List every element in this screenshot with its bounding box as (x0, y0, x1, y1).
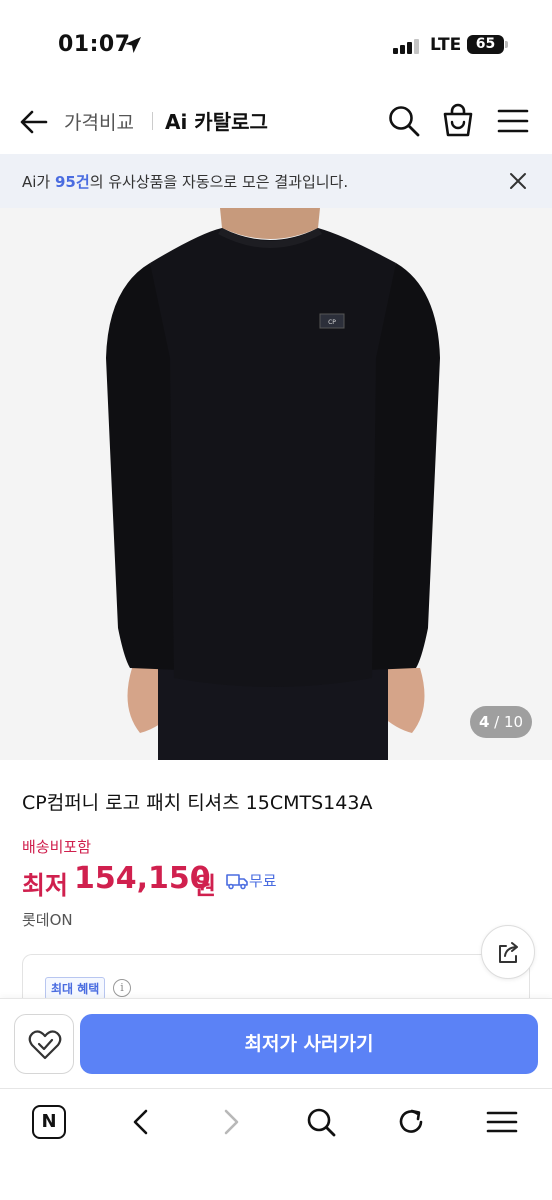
banner-count: 95건 (55, 173, 90, 191)
max-benefit-badge: 최대 혜택 (45, 977, 106, 1000)
banner-suffix: 의 유사상품을 자동으로 모은 결과입니다. (89, 173, 349, 191)
browser-back-icon[interactable] (124, 1105, 158, 1139)
bottom-action-bar: 최저가 사러가기 (0, 998, 552, 1088)
share-icon (499, 942, 518, 963)
shopping-bag-icon[interactable] (441, 102, 475, 138)
network-type: LTE (430, 35, 462, 55)
share-button[interactable] (481, 925, 535, 979)
banner-prefix: Ai가 (22, 173, 55, 191)
free-shipping-label: 무료 (249, 872, 277, 890)
location-arrow-icon (125, 37, 141, 53)
delivery-truck-icon (226, 874, 248, 890)
status-time: 01:07 (58, 32, 131, 57)
shipping-included-label: 배송비포함 (22, 838, 92, 856)
app-header: 가격비교 Ai 카탈로그 (0, 90, 552, 154)
product-image[interactable]: CP (0, 208, 552, 760)
browser-menu-icon[interactable] (484, 1107, 520, 1137)
reload-icon[interactable] (394, 1105, 428, 1139)
image-counter: 4 / 10 (470, 706, 532, 738)
header-divider (152, 112, 153, 130)
heart-check-icon (28, 1030, 62, 1060)
price-prefix: 최저 (22, 871, 69, 900)
naver-home-icon[interactable]: N (32, 1105, 66, 1139)
price-value: 154,150 (74, 861, 211, 896)
battery-cap (505, 41, 508, 48)
menu-icon[interactable] (496, 106, 530, 136)
tshirt-photo: CP (0, 208, 552, 760)
svg-text:CP: CP (328, 319, 336, 326)
tab-price-compare[interactable]: 가격비교 (64, 108, 134, 135)
ai-result-banner: Ai가 95건의 유사상품을 자동으로 모은 결과입니다. (0, 154, 552, 208)
price-unit: 원 (194, 872, 217, 900)
wishlist-button[interactable] (14, 1014, 74, 1074)
buy-lowest-price-button[interactable]: 최저가 사러가기 (80, 1014, 538, 1074)
close-icon[interactable] (506, 169, 530, 193)
browser-search-icon[interactable] (304, 1105, 338, 1139)
browser-toolbar: N (0, 1088, 552, 1200)
cellular-signal-icon (393, 38, 423, 54)
status-bar: 01:07 LTE 65 (0, 0, 552, 90)
search-icon[interactable] (387, 104, 421, 138)
image-counter-total: 10 (503, 713, 524, 731)
image-counter-separator: / (489, 713, 504, 731)
image-counter-current: 4 (478, 713, 490, 731)
product-title: CP컴퍼니 로고 패치 티셔츠 15CMTS143A (22, 792, 373, 814)
seller-name[interactable]: 롯데ON (22, 909, 73, 930)
tab-ai-catalog[interactable]: Ai 카탈로그 (165, 106, 268, 135)
browser-forward-icon[interactable] (214, 1105, 248, 1139)
battery-icon: 65 (467, 35, 504, 54)
back-arrow-icon[interactable] (18, 106, 50, 138)
banner-text: Ai가 95건의 유사상품을 자동으로 모은 결과입니다. (22, 171, 348, 192)
info-icon[interactable]: i (113, 979, 131, 997)
